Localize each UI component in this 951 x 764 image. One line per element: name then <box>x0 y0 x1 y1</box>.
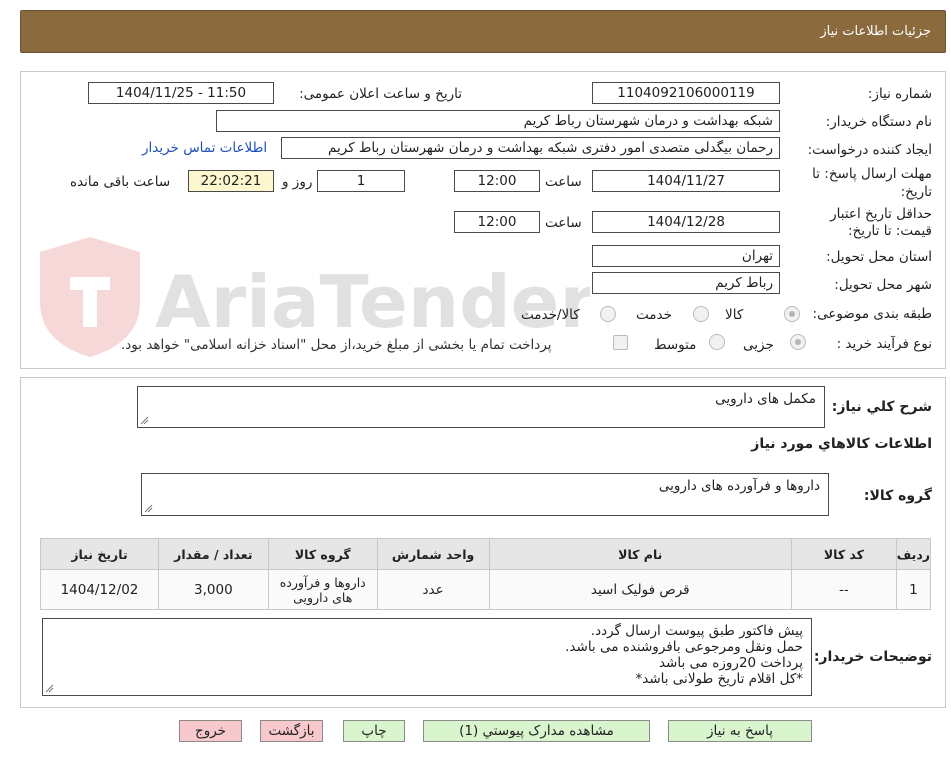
city-label: شهر محل تحویل: <box>834 277 932 293</box>
category-label: طبقه بندی موضوعی: <box>812 306 932 322</box>
group-text: داروها و فرآورده های دارویی <box>658 478 820 494</box>
city-field: رباط کریم <box>592 272 780 294</box>
group-label: گروه کالا: <box>863 488 932 504</box>
announce-label: تاریخ و ساعت اعلان عمومی: <box>299 86 462 102</box>
cell-group: داروها و فرآورده های دارویی <box>267 569 378 610</box>
creator-field: رحمان بیگدلی متصدی امور دفتری شبکه بهداش… <box>281 137 780 159</box>
province-label: استان محل تحویل: <box>826 249 932 265</box>
days-label: روز و <box>282 174 313 190</box>
process-option-medium: متوسط <box>654 337 697 353</box>
buyer-note-line: پیش فاکتور طبق پیوست ارسال گردد. <box>590 623 803 639</box>
table-header-row: رديف کد کالا نام کالا واحد شمارش گروه کا… <box>40 538 932 570</box>
buyer-note-line: پرداخت 20روزه می باشد <box>658 655 803 671</box>
buyer-note-line: حمل ونقل ومرجوعی بافروشنده می باشد. <box>565 639 803 655</box>
validity-date-field: 1404/12/28 <box>592 211 780 233</box>
validity-label-line2: قیمت: تا تاریخ: <box>848 223 932 239</box>
print-button[interactable]: چاپ <box>343 720 405 742</box>
deadline-time-label: ساعت <box>545 174 582 190</box>
items-table: رديف کد کالا نام کالا واحد شمارش گروه کا… <box>40 538 932 610</box>
buyer-contact-link[interactable]: اطلاعات تماس خریدار <box>142 140 267 156</box>
resize-handle-icon[interactable] <box>45 684 54 693</box>
resize-handle-icon[interactable] <box>140 416 149 425</box>
category-radio-service[interactable] <box>693 306 709 322</box>
category-option-goods-service: کالا/خدمت <box>521 307 580 323</box>
announce-datetime-field: 1404/11/25 - 11:50 <box>88 82 274 104</box>
table-row: 1 -- قرص فولیک اسید عدد داروها و فرآورده… <box>40 569 932 610</box>
buyer-org-label: نام دستگاه خریدار: <box>825 114 932 130</box>
days-remaining-field: 1 <box>317 170 405 192</box>
process-label: نوع فرآیند خرید : <box>836 336 932 352</box>
cell-code: -- <box>790 569 897 610</box>
group-textarea: داروها و فرآورده های دارویی <box>141 473 829 516</box>
resize-handle-icon[interactable] <box>144 504 153 513</box>
buyer-notes-label: توضیحات خریدار: <box>813 649 932 665</box>
buyer-notes-textarea: پیش فاکتور طبق پیوست ارسال گردد. حمل ونق… <box>42 618 812 696</box>
process-radio-medium[interactable] <box>709 334 725 350</box>
exit-button[interactable]: خروج <box>179 720 242 742</box>
view-attachments-button[interactable]: مشاهده مدارک پیوستي (1) <box>423 720 650 742</box>
cell-name: قرص فولیک اسید <box>488 569 792 610</box>
payment-note: پرداخت تمام یا بخشی از مبلغ خرید،از محل … <box>121 337 552 353</box>
column-header-quantity: تعداد / مقدار <box>157 538 269 570</box>
remaining-time-field: 22:02:21 <box>188 170 274 192</box>
process-radio-minor[interactable] <box>790 334 806 350</box>
summary-label: شرح کلي نياز: <box>831 399 932 415</box>
column-header-row-number: رديف <box>895 538 932 570</box>
summary-text: مکمل های دارویی <box>715 391 816 407</box>
category-option-goods: کالا <box>725 307 744 323</box>
deadline-date-field: 1404/11/27 <box>592 170 780 192</box>
page-title: جزئیات اطلاعات نیاز <box>820 24 931 39</box>
column-header-name: نام کالا <box>488 538 792 570</box>
validity-time-label: ساعت <box>545 215 582 231</box>
category-option-service: خدمت <box>636 307 672 323</box>
treasury-bonds-checkbox[interactable] <box>613 335 628 350</box>
back-button[interactable]: بازگشت <box>260 720 323 742</box>
cell-quantity: 3,000 <box>157 569 269 610</box>
remaining-label: ساعت باقی مانده <box>70 174 171 190</box>
cell-unit: عدد <box>376 569 490 610</box>
page-header: جزئیات اطلاعات نیاز <box>20 10 946 53</box>
buyer-org-field: شبکه بهداشت و درمان شهرستان رباط کریم <box>216 110 780 132</box>
province-field: تهران <box>592 245 780 267</box>
deadline-time-field: 12:00 <box>454 170 540 192</box>
creator-label: ایجاد کننده درخواست: <box>807 142 932 158</box>
need-number-label: شماره نیاز: <box>867 86 932 102</box>
column-header-code: کد کالا <box>790 538 897 570</box>
validity-label: حداقل تاریخ اعتبار <box>830 206 932 222</box>
category-radio-goods-service[interactable] <box>600 306 616 322</box>
category-radio-goods[interactable] <box>784 306 800 322</box>
need-number-field: 1104092106000119 <box>592 82 780 104</box>
column-header-group: گروه کالا <box>267 538 378 570</box>
deadline-label-line2: تاریخ: <box>900 184 932 200</box>
buyer-note-line: *کل اقلام تاریخ طولانی باشد* <box>635 671 804 687</box>
column-header-need-date: تاریخ نیاز <box>40 538 159 570</box>
items-heading: اطلاعات کالاهاي مورد نياز <box>751 436 932 452</box>
validity-time-field: 12:00 <box>454 211 540 233</box>
cell-row-number: 1 <box>895 569 932 610</box>
deadline-label: مهلت ارسال پاسخ: تا <box>812 166 932 182</box>
summary-textarea: مکمل های دارویی <box>137 386 825 428</box>
reply-button[interactable]: پاسخ به نیاز <box>668 720 812 742</box>
column-header-unit: واحد شمارش <box>376 538 490 570</box>
process-option-minor: جزیی <box>743 337 774 353</box>
cell-need-date: 1404/12/02 <box>40 569 159 610</box>
